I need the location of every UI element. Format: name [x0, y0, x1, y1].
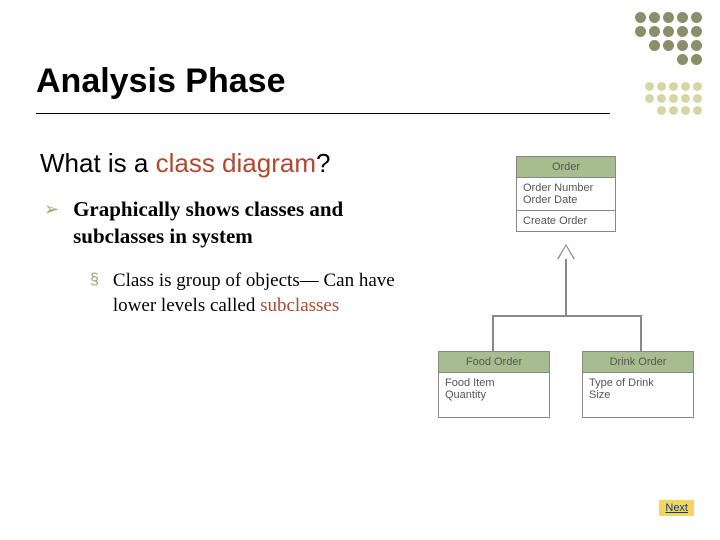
attr-text: Order Date — [523, 194, 609, 206]
dot-icon — [649, 12, 660, 23]
subtitle-pre: What is a — [40, 148, 156, 178]
dot-icon — [669, 82, 678, 91]
attr-text: Type of Drink — [589, 377, 687, 389]
class-ops: Create Order — [517, 211, 615, 231]
decor-dots-top — [635, 12, 702, 68]
connector-line — [565, 259, 567, 315]
dot-icon — [635, 12, 646, 23]
class-attrs: Type of Drink Size — [583, 373, 693, 417]
bullet1-text: Graphically shows classes and subclasses… — [73, 196, 404, 250]
dot-icon — [677, 54, 688, 65]
dot-icon — [693, 82, 702, 91]
class-attrs: Order Number Order Date — [517, 178, 615, 211]
dot-icon — [657, 82, 666, 91]
bullet2-pre: Class is group of objects— Can have lowe… — [113, 270, 395, 316]
class-box-food-order: Food Order Food Item Quantity — [438, 351, 550, 418]
dot-icon — [677, 26, 688, 37]
subtitle-highlight: class diagram — [156, 148, 316, 178]
dot-icon — [669, 106, 678, 115]
dot-icon — [681, 94, 690, 103]
subtitle-post: ? — [316, 148, 330, 178]
bullet-arrow-icon: ➢ — [44, 196, 59, 250]
dot-icon — [657, 94, 666, 103]
bullet-level2: § Class is group of objects— Can have lo… — [90, 268, 404, 318]
bullet2-text: Class is group of objects— Can have lowe… — [113, 268, 404, 318]
dot-icon — [691, 12, 702, 23]
connector-line — [492, 315, 642, 317]
bullet-list: ➢ Graphically shows classes and subclass… — [44, 196, 404, 318]
dot-icon — [681, 106, 690, 115]
connector-line — [640, 315, 642, 351]
dot-icon — [657, 106, 666, 115]
dot-icon — [693, 94, 702, 103]
class-name: Food Order — [439, 352, 549, 373]
dot-icon — [691, 26, 702, 37]
op-text: Create Order — [523, 215, 609, 227]
dot-icon — [649, 40, 660, 51]
next-button[interactable]: Next — [659, 500, 694, 516]
attr-text: Size — [589, 389, 687, 401]
dot-icon — [635, 26, 646, 37]
dot-icon — [649, 26, 660, 37]
title-rule: Analysis Phase — [36, 62, 610, 114]
slide-subtitle: What is a class diagram? — [40, 148, 330, 179]
class-attrs: Food Item Quantity — [439, 373, 549, 417]
dot-icon — [681, 82, 690, 91]
attr-text: Food Item — [445, 377, 543, 389]
dot-icon — [677, 12, 688, 23]
attr-text: Quantity — [445, 389, 543, 401]
dot-icon — [691, 54, 702, 65]
class-box-order: Order Order Number Order Date Create Ord… — [516, 156, 616, 232]
dot-icon — [677, 40, 688, 51]
bullet-square-icon: § — [90, 268, 99, 318]
slide-title: Analysis Phase — [36, 62, 610, 101]
decor-dots-mid — [645, 82, 702, 118]
bullet2-highlight: subclasses — [260, 295, 339, 316]
class-name: Order — [517, 157, 615, 178]
dot-icon — [663, 40, 674, 51]
connector-line — [492, 315, 494, 351]
dot-icon — [693, 106, 702, 115]
attr-text: Order Number — [523, 182, 609, 194]
dot-icon — [663, 12, 674, 23]
dot-icon — [663, 26, 674, 37]
dot-icon — [645, 82, 654, 91]
class-diagram: Order Order Number Order Date Create Ord… — [438, 156, 694, 456]
dot-icon — [691, 40, 702, 51]
dot-icon — [645, 94, 654, 103]
class-name: Drink Order — [583, 352, 693, 373]
generalization-arrow-fill — [558, 246, 574, 260]
bullet-level1: ➢ Graphically shows classes and subclass… — [44, 196, 404, 250]
dot-icon — [669, 94, 678, 103]
class-box-drink-order: Drink Order Type of Drink Size — [582, 351, 694, 418]
